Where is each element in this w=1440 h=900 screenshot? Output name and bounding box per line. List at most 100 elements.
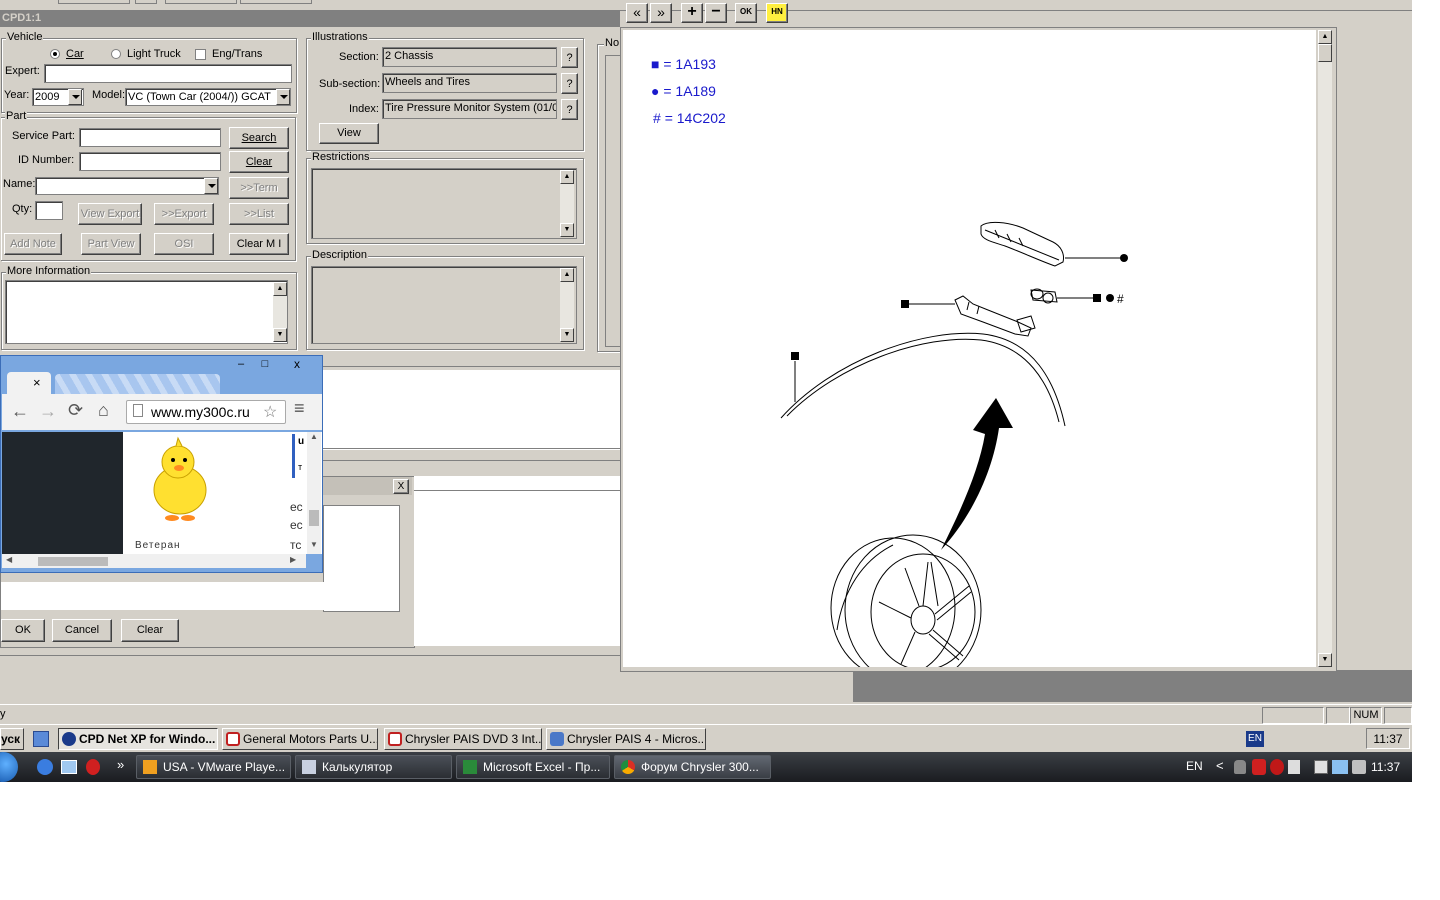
more-information-text[interactable] bbox=[5, 280, 288, 344]
tray-device-icon[interactable] bbox=[1314, 760, 1328, 774]
term-button[interactable]: >>Term bbox=[229, 177, 289, 199]
chrome-close-button[interactable]: x bbox=[285, 357, 309, 371]
prev-page-button[interactable]: « bbox=[626, 3, 648, 23]
description-text[interactable] bbox=[311, 266, 577, 344]
scroll-down-icon[interactable]: ▼ bbox=[560, 223, 574, 237]
toolbar-tab[interactable] bbox=[165, 0, 237, 4]
restrictions-scrollbar[interactable]: ▲ ▼ bbox=[560, 170, 574, 237]
dialog-clear-button[interactable]: Clear bbox=[121, 619, 179, 642]
chrome-tab[interactable]: × bbox=[7, 372, 51, 394]
scroll-up-icon[interactable]: ▲ bbox=[273, 282, 287, 296]
bookmark-star-icon[interactable]: ☆ bbox=[263, 402, 278, 422]
toolbar-tab[interactable] bbox=[135, 0, 157, 4]
scroll-down-icon[interactable]: ▼ bbox=[273, 328, 287, 342]
export-button[interactable]: >>Export bbox=[154, 203, 214, 225]
host-task-chrome[interactable]: Форум Chrysler 300... bbox=[614, 755, 771, 779]
qty-input[interactable] bbox=[35, 201, 63, 220]
add-note-button[interactable]: Add Note bbox=[4, 233, 62, 255]
scroll-left-icon[interactable]: ◀ bbox=[6, 555, 12, 564]
year-dropdown-arrow-icon[interactable] bbox=[68, 89, 82, 105]
home-icon[interactable]: ⌂ bbox=[98, 400, 109, 421]
ie-quicklaunch-icon[interactable] bbox=[37, 759, 53, 775]
scroll-up-icon[interactable]: ▲ bbox=[560, 268, 574, 282]
guest-start-button[interactable]: уск bbox=[0, 728, 24, 750]
clear-mi-button[interactable]: Clear M I bbox=[229, 233, 289, 255]
forward-icon[interactable]: → bbox=[39, 401, 57, 422]
tray-opera-icon[interactable] bbox=[1252, 759, 1266, 775]
zoom-out-button[interactable]: − bbox=[705, 3, 727, 23]
tray-tool-icon[interactable] bbox=[1288, 760, 1300, 774]
hn-toolbar-button[interactable]: HN bbox=[766, 3, 788, 23]
cancel-button[interactable]: Cancel bbox=[52, 619, 112, 642]
back-icon[interactable]: ← bbox=[11, 401, 29, 422]
restrictions-text[interactable] bbox=[311, 168, 577, 239]
scroll-right-icon[interactable]: ▶ bbox=[290, 555, 296, 564]
scroll-down-icon[interactable]: ▼ bbox=[310, 540, 318, 549]
host-task-vmware[interactable]: USA - VMware Playe... bbox=[136, 755, 291, 779]
taskbar-item-pais4[interactable]: Chrysler PAIS 4 - Micros... bbox=[546, 728, 706, 750]
host-language-indicator[interactable]: EN bbox=[1186, 759, 1203, 773]
reload-icon[interactable]: ⟳ bbox=[68, 400, 83, 421]
name-dropdown-arrow-icon[interactable] bbox=[204, 178, 218, 194]
clear-button[interactable]: Clear bbox=[229, 151, 289, 173]
ok-toolbar-button[interactable]: OK bbox=[735, 3, 757, 23]
section-help-button[interactable]: ? bbox=[561, 47, 578, 68]
scroll-thumb[interactable] bbox=[38, 557, 108, 566]
app-quicklaunch-icon[interactable] bbox=[86, 759, 100, 775]
model-select[interactable]: VC (Town Car (2004/)) GCAT bbox=[125, 88, 291, 106]
view-illustration-button[interactable]: View bbox=[319, 123, 379, 144]
taskbar-item-gm[interactable]: General Motors Parts U.... bbox=[222, 728, 378, 750]
part-view-button[interactable]: Part View bbox=[81, 233, 141, 255]
model-dropdown-arrow-icon[interactable] bbox=[276, 89, 290, 105]
address-bar[interactable]: www.my300c.ru ☆ bbox=[126, 400, 286, 424]
windows-start-orb-icon[interactable] bbox=[0, 752, 18, 782]
tray-bell-icon[interactable] bbox=[1234, 760, 1246, 774]
list-button[interactable]: >>List bbox=[229, 203, 289, 225]
id-number-input[interactable] bbox=[79, 152, 221, 171]
search-button[interactable]: Search bbox=[229, 127, 289, 149]
tab-close-icon[interactable]: × bbox=[33, 375, 41, 390]
quicklaunch-more-icon[interactable]: » bbox=[117, 757, 124, 772]
view-export-button[interactable]: View Export bbox=[78, 203, 142, 225]
car-radio[interactable] bbox=[50, 49, 60, 59]
tray-app-icon[interactable] bbox=[1270, 759, 1284, 775]
menu-icon[interactable]: ≡ bbox=[294, 398, 305, 419]
light-truck-radio[interactable] bbox=[111, 49, 121, 59]
toolbar-tab[interactable] bbox=[240, 0, 312, 4]
osi-button[interactable]: OSI bbox=[154, 233, 214, 255]
viewer-scrollbar[interactable]: ▲ ▼ bbox=[1318, 30, 1332, 667]
quick-launch-icon[interactable] bbox=[33, 731, 49, 747]
expert-input[interactable] bbox=[44, 64, 292, 83]
chrome-minimize-button[interactable]: ‒ bbox=[231, 358, 251, 372]
user-avatar[interactable] bbox=[132, 432, 232, 526]
dialog-close-button[interactable]: X bbox=[393, 479, 409, 494]
tray-volume-icon[interactable] bbox=[1352, 760, 1366, 774]
next-page-button[interactable]: » bbox=[650, 3, 672, 23]
scroll-up-icon[interactable]: ▲ bbox=[560, 170, 574, 184]
illustration-canvas[interactable]: ■ = 1A193 ● = 1A189 # = 14C202 # bbox=[623, 30, 1316, 667]
scroll-down-icon[interactable]: ▼ bbox=[560, 328, 574, 342]
more-information-scrollbar[interactable]: ▲ ▼ bbox=[273, 282, 287, 342]
taskbar-item-pais3[interactable]: Chrysler PAIS DVD 3 Int... bbox=[384, 728, 542, 750]
guest-language-indicator[interactable]: EN bbox=[1246, 731, 1264, 747]
chrome-maximize-button[interactable]: □ bbox=[255, 358, 275, 372]
scroll-thumb[interactable] bbox=[1318, 44, 1332, 62]
name-select[interactable] bbox=[35, 177, 219, 195]
host-task-excel[interactable]: Microsoft Excel - Пр... bbox=[456, 755, 610, 779]
toolbar-tab[interactable] bbox=[58, 0, 130, 4]
tray-network-icon[interactable] bbox=[1332, 760, 1348, 774]
index-help-button[interactable]: ? bbox=[561, 99, 578, 120]
taskbar-item-cpd[interactable]: CPD Net XP for Windo... bbox=[58, 728, 218, 750]
host-task-calculator[interactable]: Калькулятор bbox=[295, 755, 452, 779]
scroll-up-icon[interactable]: ▲ bbox=[1318, 30, 1332, 44]
zoom-in-button[interactable]: + bbox=[681, 3, 703, 23]
description-scrollbar[interactable]: ▲ ▼ bbox=[560, 268, 574, 342]
scroll-thumb[interactable] bbox=[309, 510, 319, 526]
service-part-input[interactable] bbox=[79, 128, 221, 147]
chrome-vertical-scrollbar[interactable]: ▲ ▼ bbox=[307, 432, 321, 554]
subsection-help-button[interactable]: ? bbox=[561, 73, 578, 94]
eng-trans-checkbox[interactable] bbox=[195, 49, 206, 60]
tray-expand-icon[interactable]: < bbox=[1216, 758, 1224, 773]
scroll-down-icon[interactable]: ▼ bbox=[1318, 653, 1332, 667]
desktop-quicklaunch-icon[interactable] bbox=[61, 760, 77, 774]
